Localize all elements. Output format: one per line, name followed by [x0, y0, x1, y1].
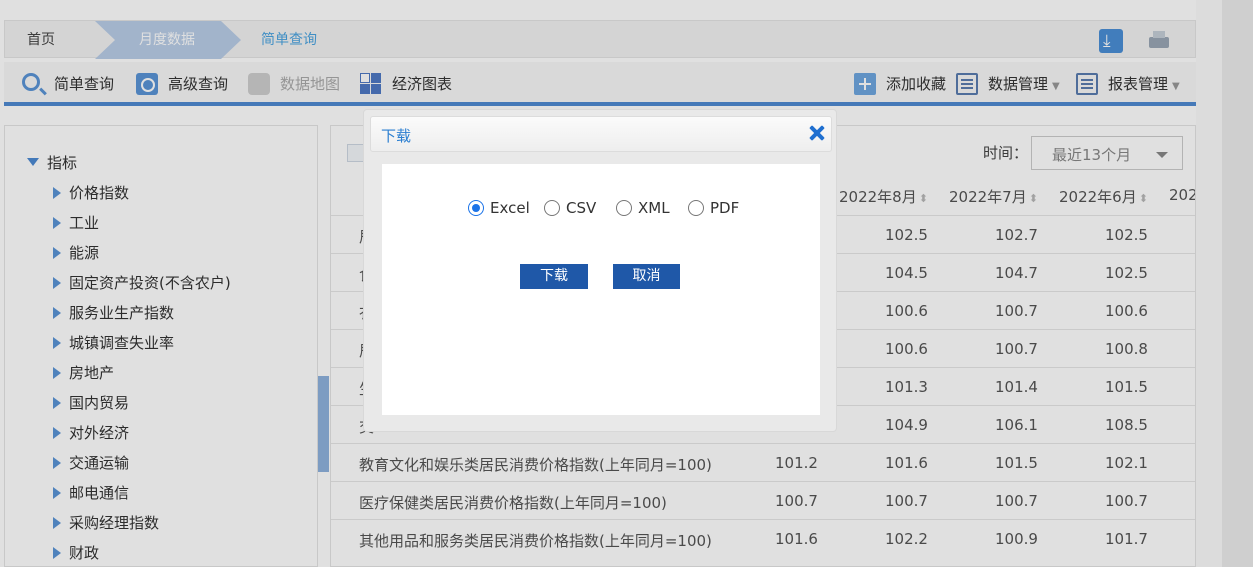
format-label-pdf: PDF: [710, 199, 740, 217]
close-icon[interactable]: [805, 121, 829, 145]
format-label-csv: CSV: [566, 199, 597, 217]
format-label-xml: XML: [638, 199, 670, 217]
dialog-body: Excel CSV XML PDF 下载 取消: [382, 164, 820, 415]
radio-pdf[interactable]: [688, 200, 704, 216]
download-button[interactable]: 下载: [520, 264, 588, 289]
radio-xml[interactable]: [616, 200, 632, 216]
format-label-excel: Excel: [490, 199, 530, 217]
dialog-header[interactable]: 下载: [370, 116, 832, 152]
radio-excel[interactable]: [468, 200, 484, 216]
cancel-button[interactable]: 取消: [613, 264, 680, 289]
dialog-title: 下载: [381, 127, 412, 145]
radio-csv[interactable]: [544, 200, 560, 216]
download-dialog: 下载 Excel CSV XML PDF 下载 取消: [363, 109, 837, 432]
